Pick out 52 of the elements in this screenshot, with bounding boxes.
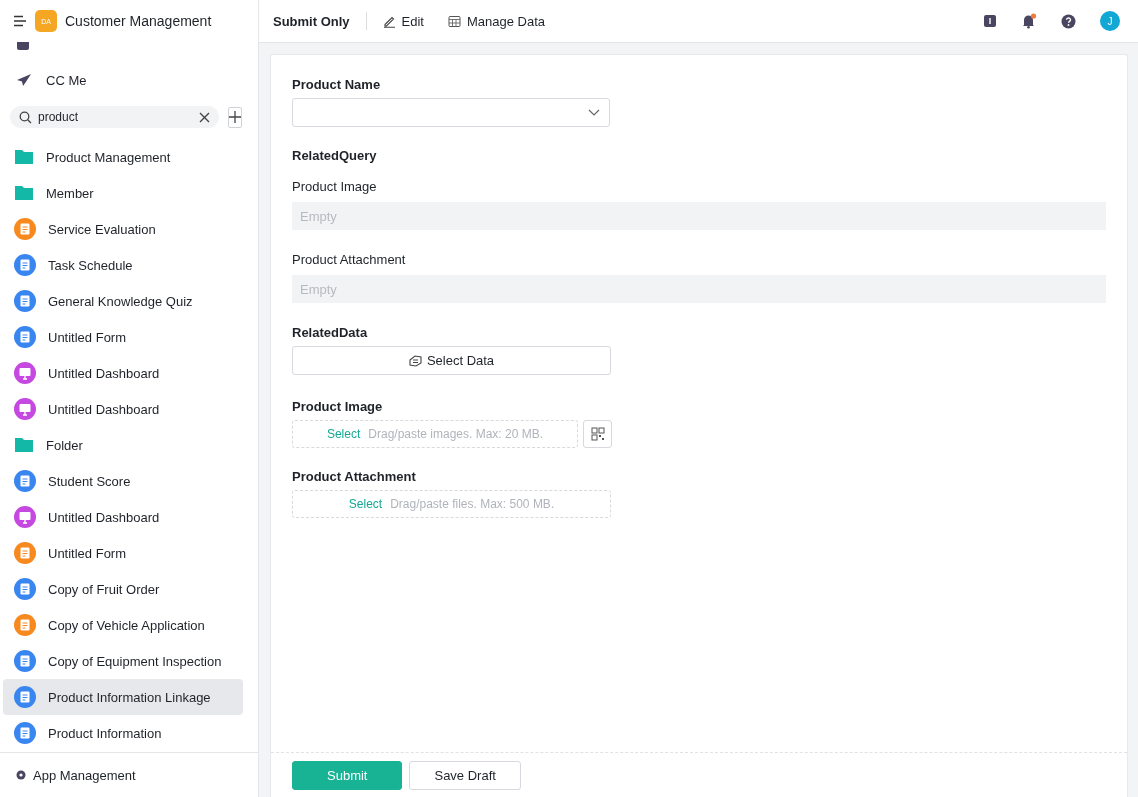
sidebar-item[interactable]: Product Management: [3, 139, 243, 175]
sidebar-item[interactable]: Copy of Vehicle Application: [3, 607, 243, 643]
sidebar-item[interactable]: Service Evaluation: [3, 211, 243, 247]
sidebar-item[interactable]: Untitled Form: [3, 535, 243, 571]
field-label: Product Attachment: [292, 469, 417, 484]
sidebar-item[interactable]: Untitled Dashboard: [3, 355, 243, 391]
sidebar-item[interactable]: Student Score: [3, 463, 243, 499]
qr-code-button[interactable]: [583, 420, 612, 448]
upload-hint: Drag/paste images. Max: 20 MB.: [368, 427, 544, 441]
field-label: Product Image: [292, 179, 378, 194]
search-icon: [19, 110, 32, 124]
section-heading: RelatedQuery: [292, 148, 378, 163]
sidebar-item[interactable]: Task Schedule: [3, 247, 243, 283]
chevron-down-icon: [588, 109, 600, 116]
select-data-button[interactable]: Select Data: [292, 346, 611, 375]
sidebar-item[interactable]: General Knowledge Quiz: [3, 283, 243, 319]
readonly-field: Empty: [292, 275, 1106, 303]
save-draft-button[interactable]: Save Draft: [409, 760, 521, 790]
dropdown-field[interactable]: [292, 98, 610, 127]
toolbar-button[interactable]: Manage Data: [447, 13, 546, 29]
app-title: Customer Management: [65, 13, 212, 29]
upload-hint: Drag/paste files. Max: 500 MB.: [390, 497, 555, 511]
field-label: Product Image: [292, 399, 384, 414]
app-management-link[interactable]: App Management: [0, 752, 258, 797]
sidebar-item[interactable]: Copy of Equipment Inspection: [3, 643, 243, 679]
sidebar-item[interactable]: Product Information: [3, 715, 243, 751]
field-label: Product Name: [292, 77, 382, 92]
qr-code-icon: [590, 427, 605, 441]
help-icon[interactable]: [1061, 13, 1076, 29]
notification-bell-icon[interactable]: [1021, 13, 1037, 29]
sidebar-item[interactable]: Untitled Dashboard: [3, 499, 243, 535]
page-title: Submit Only: [273, 13, 350, 29]
table-icon: [447, 14, 461, 28]
menu-icon[interactable]: [13, 15, 27, 27]
toolbar-button[interactable]: Edit: [382, 13, 424, 29]
field-label: Product Attachment: [292, 252, 407, 267]
notebook-icon[interactable]: [983, 14, 997, 28]
field-label: RelatedData: [292, 325, 369, 340]
pencil-icon: [382, 14, 396, 28]
paper-plane-icon[interactable]: [16, 73, 32, 87]
sidebar-item[interactable]: Untitled Form: [3, 319, 243, 355]
nav-item[interactable]: CC Me: [46, 72, 87, 88]
search-input[interactable]: product: [38, 110, 193, 124]
add-button[interactable]: [228, 106, 242, 128]
search-field[interactable]: product: [10, 106, 219, 128]
close-icon[interactable]: [199, 111, 210, 123]
readonly-field: Empty: [292, 202, 1106, 230]
sidebar-item[interactable]: Folder: [3, 427, 243, 463]
sidebar-item[interactable]: Copy of Fruit Order: [3, 571, 243, 607]
sidebar-item[interactable]: Product Information Linkage: [3, 679, 243, 715]
sidebar-item[interactable]: Untitled Dashboard: [3, 391, 243, 427]
sidebar-item[interactable]: Member: [3, 175, 243, 211]
